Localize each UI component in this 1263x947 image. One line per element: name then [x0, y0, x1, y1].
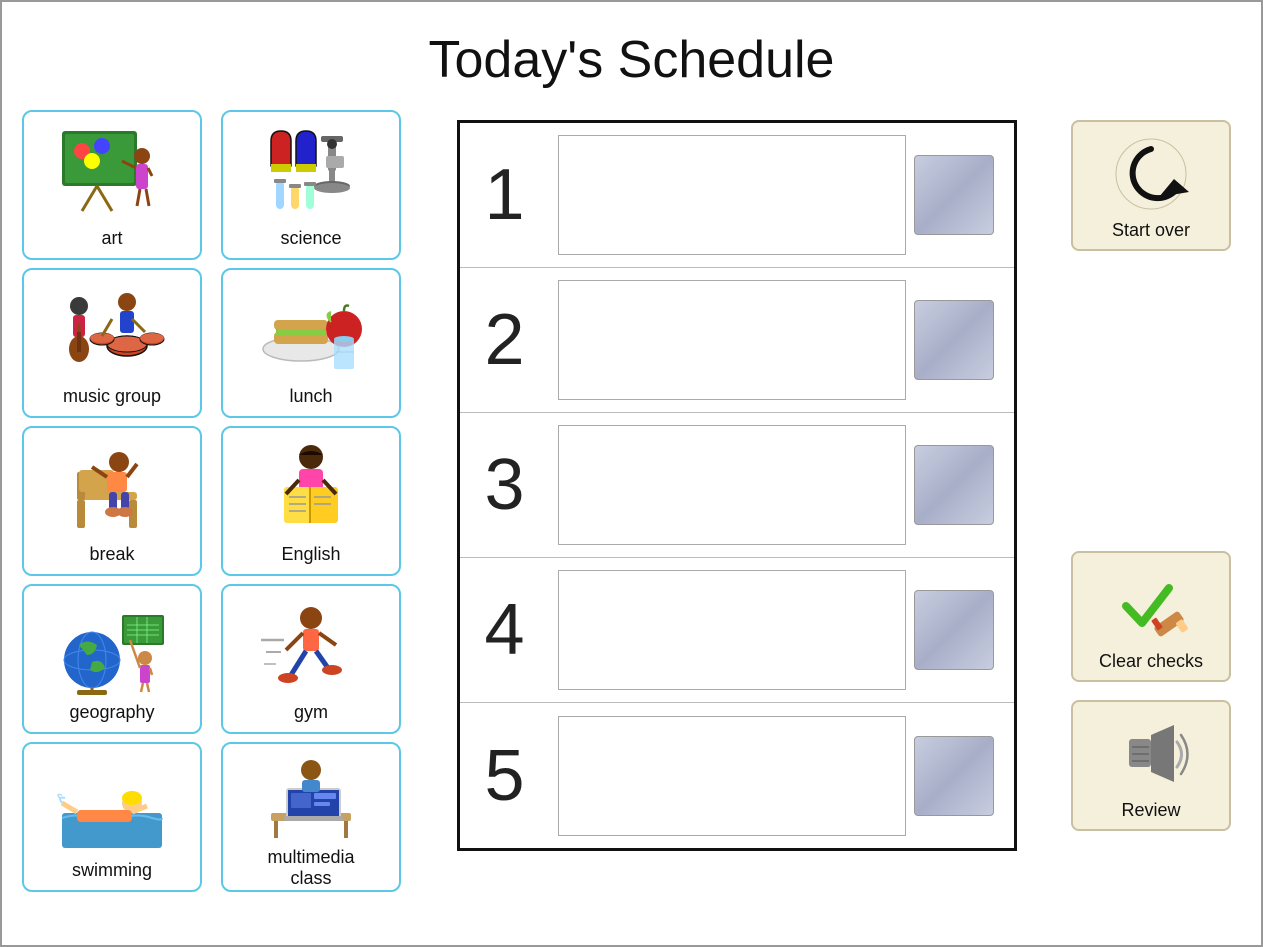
start-over-button[interactable]: Start over — [1071, 120, 1231, 251]
schedule-check-5[interactable] — [914, 736, 994, 816]
review-button[interactable]: Review — [1071, 700, 1231, 831]
schedule-slot-3[interactable] — [558, 425, 906, 545]
gym-icon — [256, 598, 366, 698]
art-label: art — [101, 228, 122, 249]
english-label: English — [281, 544, 340, 565]
schedule-row-5: 5 — [460, 703, 1014, 848]
category-swimming[interactable]: swimming — [22, 742, 202, 892]
schedule-area: 1 2 3 4 5 — [422, 110, 1051, 851]
schedule-slot-1[interactable] — [558, 135, 906, 255]
schedule-check-3[interactable] — [914, 445, 994, 525]
lunch-label: lunch — [289, 386, 332, 407]
schedule-row-1: 1 — [460, 123, 1014, 268]
schedule-number-4: 4 — [460, 589, 550, 671]
schedule-slot-2[interactable] — [558, 280, 906, 400]
schedule-number-2: 2 — [460, 299, 550, 381]
geography-icon — [57, 598, 167, 698]
category-lunch[interactable]: lunch — [221, 268, 401, 418]
schedule-row-2: 2 — [460, 268, 1014, 413]
category-break[interactable]: break — [22, 426, 202, 576]
page-title: Today's Schedule — [2, 2, 1261, 100]
english-icon — [256, 440, 366, 540]
gym-label: gym — [294, 702, 328, 723]
category-science[interactable]: science — [221, 110, 401, 260]
science-label: science — [280, 228, 341, 249]
break-label: break — [89, 544, 134, 565]
multimedia-label: multimediaclass — [267, 847, 354, 889]
start-over-icon — [1111, 134, 1191, 214]
review-label: Review — [1121, 800, 1180, 821]
break-icon — [57, 440, 167, 540]
multimedia-icon — [256, 748, 366, 843]
schedule-slot-4[interactable] — [558, 570, 906, 690]
schedule-number-3: 3 — [460, 444, 550, 526]
start-over-label: Start over — [1112, 220, 1190, 241]
right-panel: Start over Clear checks — [1061, 110, 1241, 831]
schedule-row-4: 4 — [460, 558, 1014, 703]
lunch-icon — [256, 282, 366, 382]
schedule-check-1[interactable] — [914, 155, 994, 235]
category-music-group[interactable]: music group — [22, 268, 202, 418]
category-art[interactable]: art — [22, 110, 202, 260]
category-geography[interactable]: geography — [22, 584, 202, 734]
art-icon — [57, 124, 167, 224]
swimming-icon — [57, 756, 167, 856]
schedule-grid: 1 2 3 4 5 — [457, 120, 1017, 851]
schedule-number-1: 1 — [460, 154, 550, 236]
schedule-check-4[interactable] — [914, 590, 994, 670]
schedule-slot-5[interactable] — [558, 716, 906, 836]
clear-checks-label: Clear checks — [1099, 651, 1203, 672]
swimming-label: swimming — [72, 860, 152, 881]
schedule-number-5: 5 — [460, 735, 550, 817]
schedule-check-2[interactable] — [914, 300, 994, 380]
clear-checks-button[interactable]: Clear checks — [1071, 551, 1231, 682]
category-english[interactable]: English — [221, 426, 401, 576]
review-icon — [1111, 714, 1191, 794]
clear-checks-icon — [1111, 565, 1191, 645]
category-sidebar: art — [22, 110, 412, 892]
category-gym[interactable]: gym — [221, 584, 401, 734]
schedule-row-3: 3 — [460, 413, 1014, 558]
category-multimedia[interactable]: multimediaclass — [221, 742, 401, 892]
geography-label: geography — [69, 702, 154, 723]
music-group-icon — [57, 282, 167, 382]
science-icon — [256, 124, 366, 224]
music-group-label: music group — [63, 386, 161, 407]
